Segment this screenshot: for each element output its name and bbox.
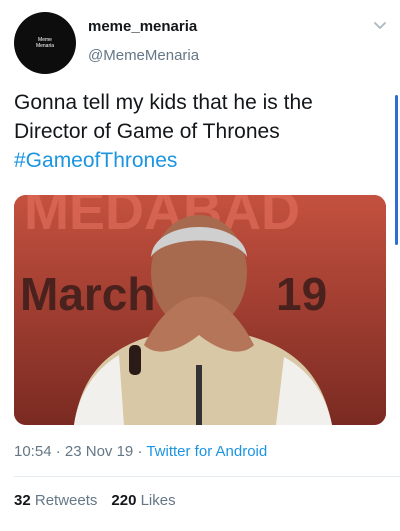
- user-handle[interactable]: @MemeMenaria: [88, 47, 199, 64]
- tweet-photo[interactable]: MEDABAD March 19: [14, 195, 386, 425]
- scrollbar[interactable]: [395, 95, 398, 245]
- display-name[interactable]: meme_menaria: [88, 18, 197, 35]
- tweet-source-link[interactable]: Twitter for Android: [146, 443, 267, 460]
- hashtag-link[interactable]: #GameofThrones: [14, 146, 386, 175]
- likes-stat[interactable]: 220 Likes: [111, 492, 175, 509]
- retweets-stat[interactable]: 32 Retweets: [14, 492, 97, 509]
- avatar-logo-text: Meme Menaria: [35, 37, 55, 49]
- tweet-date[interactable]: 23 Nov 19: [65, 443, 133, 460]
- meta-separator: ·: [133, 443, 147, 460]
- likes-count: 220: [111, 492, 137, 509]
- avatar[interactable]: Meme Menaria: [14, 12, 76, 74]
- chevron-down-icon[interactable]: [371, 16, 389, 34]
- banner-month-text: March: [20, 268, 155, 320]
- likes-label: Likes: [140, 492, 176, 509]
- tweet-text-line-1: Gonna tell my kids that he is the: [14, 91, 313, 114]
- tweet-meta: 10:54 · 23 Nov 19 · Twitter for Android: [14, 443, 267, 460]
- retweets-label: Retweets: [34, 492, 98, 509]
- tweet-text-line-2: Director of Game of Thrones: [14, 120, 280, 143]
- banner-year-text: 19: [276, 268, 327, 320]
- tweet-stats: 32 Retweets 220 Likes: [14, 492, 176, 509]
- retweets-count: 32: [14, 492, 31, 509]
- tweet-text: Gonna tell my kids that he is the Direct…: [14, 88, 386, 175]
- tweet-time[interactable]: 10:54: [14, 443, 52, 460]
- photo-illustration: MEDABAD March 19: [14, 195, 386, 425]
- divider: [14, 476, 400, 477]
- meta-separator: ·: [51, 443, 65, 460]
- banner-top-text: MEDABAD: [24, 195, 300, 241]
- tweet-card: Meme Menaria meme_menaria @MemeMenaria G…: [0, 0, 400, 531]
